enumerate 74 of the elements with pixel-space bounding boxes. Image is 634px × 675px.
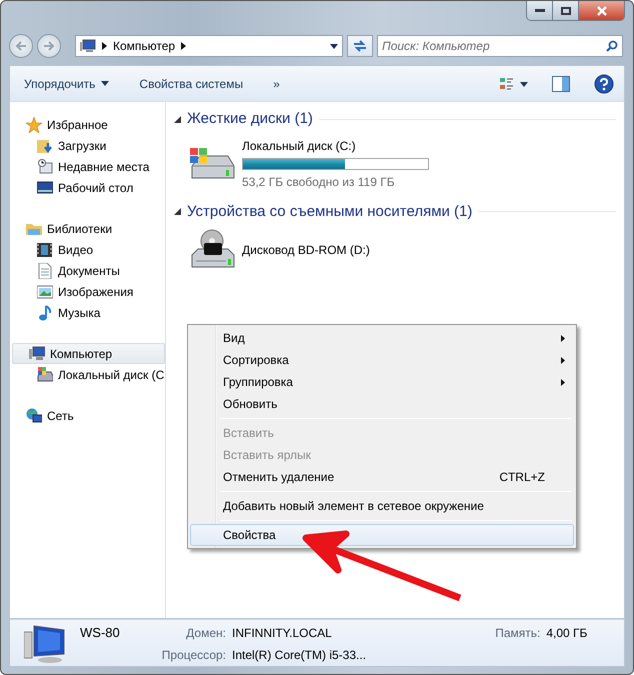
minimize-button[interactable] (527, 1, 553, 20)
breadcrumb-item[interactable]: Компьютер (113, 37, 176, 55)
sidebar-item[interactable]: Рабочий стол (10, 177, 165, 198)
refresh-button[interactable] (347, 35, 373, 57)
sidebar-item[interactable]: Изображения (10, 281, 165, 302)
image-icon (37, 284, 53, 300)
network-icon (26, 408, 42, 424)
expand-toggle-icon[interactable] (174, 208, 181, 216)
field-label: Домен: (185, 625, 226, 642)
sidebar-item[interactable]: Документы (10, 260, 165, 281)
sidebar-item[interactable]: Недавние места (10, 156, 165, 177)
drive-icon (37, 366, 53, 382)
group-header: Жесткие диски (1) (187, 109, 313, 129)
menu-item[interactable]: Вид (190, 327, 574, 349)
film-icon (37, 242, 53, 258)
toolbar-button[interactable]: » (269, 72, 284, 94)
menu-item[interactable]: Добавить новый элемент в сетевое окружение (190, 495, 574, 517)
shortcut-text: CTRL+Z (499, 469, 545, 486)
chevron-icon (102, 42, 107, 50)
menu-item[interactable]: Отменить удаление CTRL+Z (190, 466, 574, 488)
field-label: Процессор: (160, 647, 226, 664)
sidebar-item[interactable]: Избранное (10, 114, 165, 135)
download-folder-icon (37, 138, 53, 154)
toolbar-button[interactable]: Упорядочить (20, 72, 114, 94)
close-button[interactable] (579, 1, 624, 20)
dropdown-icon (330, 44, 338, 48)
search-icon (606, 40, 618, 52)
address-bar[interactable]: Компьютер (75, 35, 343, 57)
submenu-arrow-icon (561, 356, 565, 364)
chevron-icon (181, 42, 186, 50)
maximize-icon (560, 6, 570, 14)
help-icon (594, 74, 614, 94)
view-options-icon (500, 76, 528, 90)
caret-icon (101, 81, 110, 86)
expand-toggle-icon[interactable] (174, 116, 181, 123)
back-arrow-icon (15, 41, 27, 51)
computer-icon (29, 346, 45, 362)
minimize-icon (534, 8, 544, 12)
submenu-arrow-icon (561, 334, 565, 342)
drive-space: 53,2 ГБ свободно из 119 ГБ (242, 174, 396, 190)
sidebar-item[interactable]: Компьютер (12, 343, 165, 364)
star-icon (26, 116, 42, 132)
recent-places-icon (37, 158, 53, 174)
hard-drive-icon (188, 146, 236, 182)
sidebar-item[interactable]: Видео (10, 239, 165, 260)
maximize-button[interactable] (553, 1, 579, 20)
menu-item[interactable]: Сортировка (190, 349, 574, 371)
menu-item[interactable]: Группировка (190, 371, 574, 393)
toolbar-button[interactable]: Свойства системы (135, 72, 248, 94)
sidebar-item[interactable]: Музыка (10, 302, 165, 323)
computer-icon (80, 39, 96, 53)
forward-arrow-icon (43, 41, 55, 51)
drive-name[interactable]: Дисковод BD-ROM (D:) (242, 241, 370, 259)
sidebar-item[interactable]: Загрузки (10, 135, 165, 156)
field-label: Память: (494, 625, 540, 642)
sidebar-item[interactable]: Библиотеки (10, 218, 165, 239)
search-field[interactable]: Поиск: Компьютер (377, 35, 623, 57)
music-note-icon (37, 304, 53, 320)
computer-name: WS-80 (80, 624, 121, 642)
group-header: Устройства со съемными носителями (1) (187, 202, 472, 222)
refresh-icon (353, 40, 367, 52)
document-icon (37, 262, 53, 278)
menu-item[interactable]: Свойства (190, 524, 574, 546)
sidebar-item[interactable]: Сеть (10, 405, 165, 426)
drive-name[interactable]: Локальный диск (C:) (242, 136, 429, 154)
field-value: INFINNITY.LOCAL (232, 625, 333, 642)
close-icon (596, 6, 608, 16)
desktop-icon (37, 180, 53, 196)
menu-item[interactable]: Обновить (190, 393, 574, 415)
preview-pane-icon (552, 76, 570, 92)
submenu-arrow-icon (561, 378, 565, 386)
field-value: 4,00 ГБ (546, 625, 588, 642)
sidebar-item[interactable]: Локальный диск (C (10, 364, 165, 385)
field-value: Intel(R) Core(TM) i5-33... (232, 647, 368, 664)
